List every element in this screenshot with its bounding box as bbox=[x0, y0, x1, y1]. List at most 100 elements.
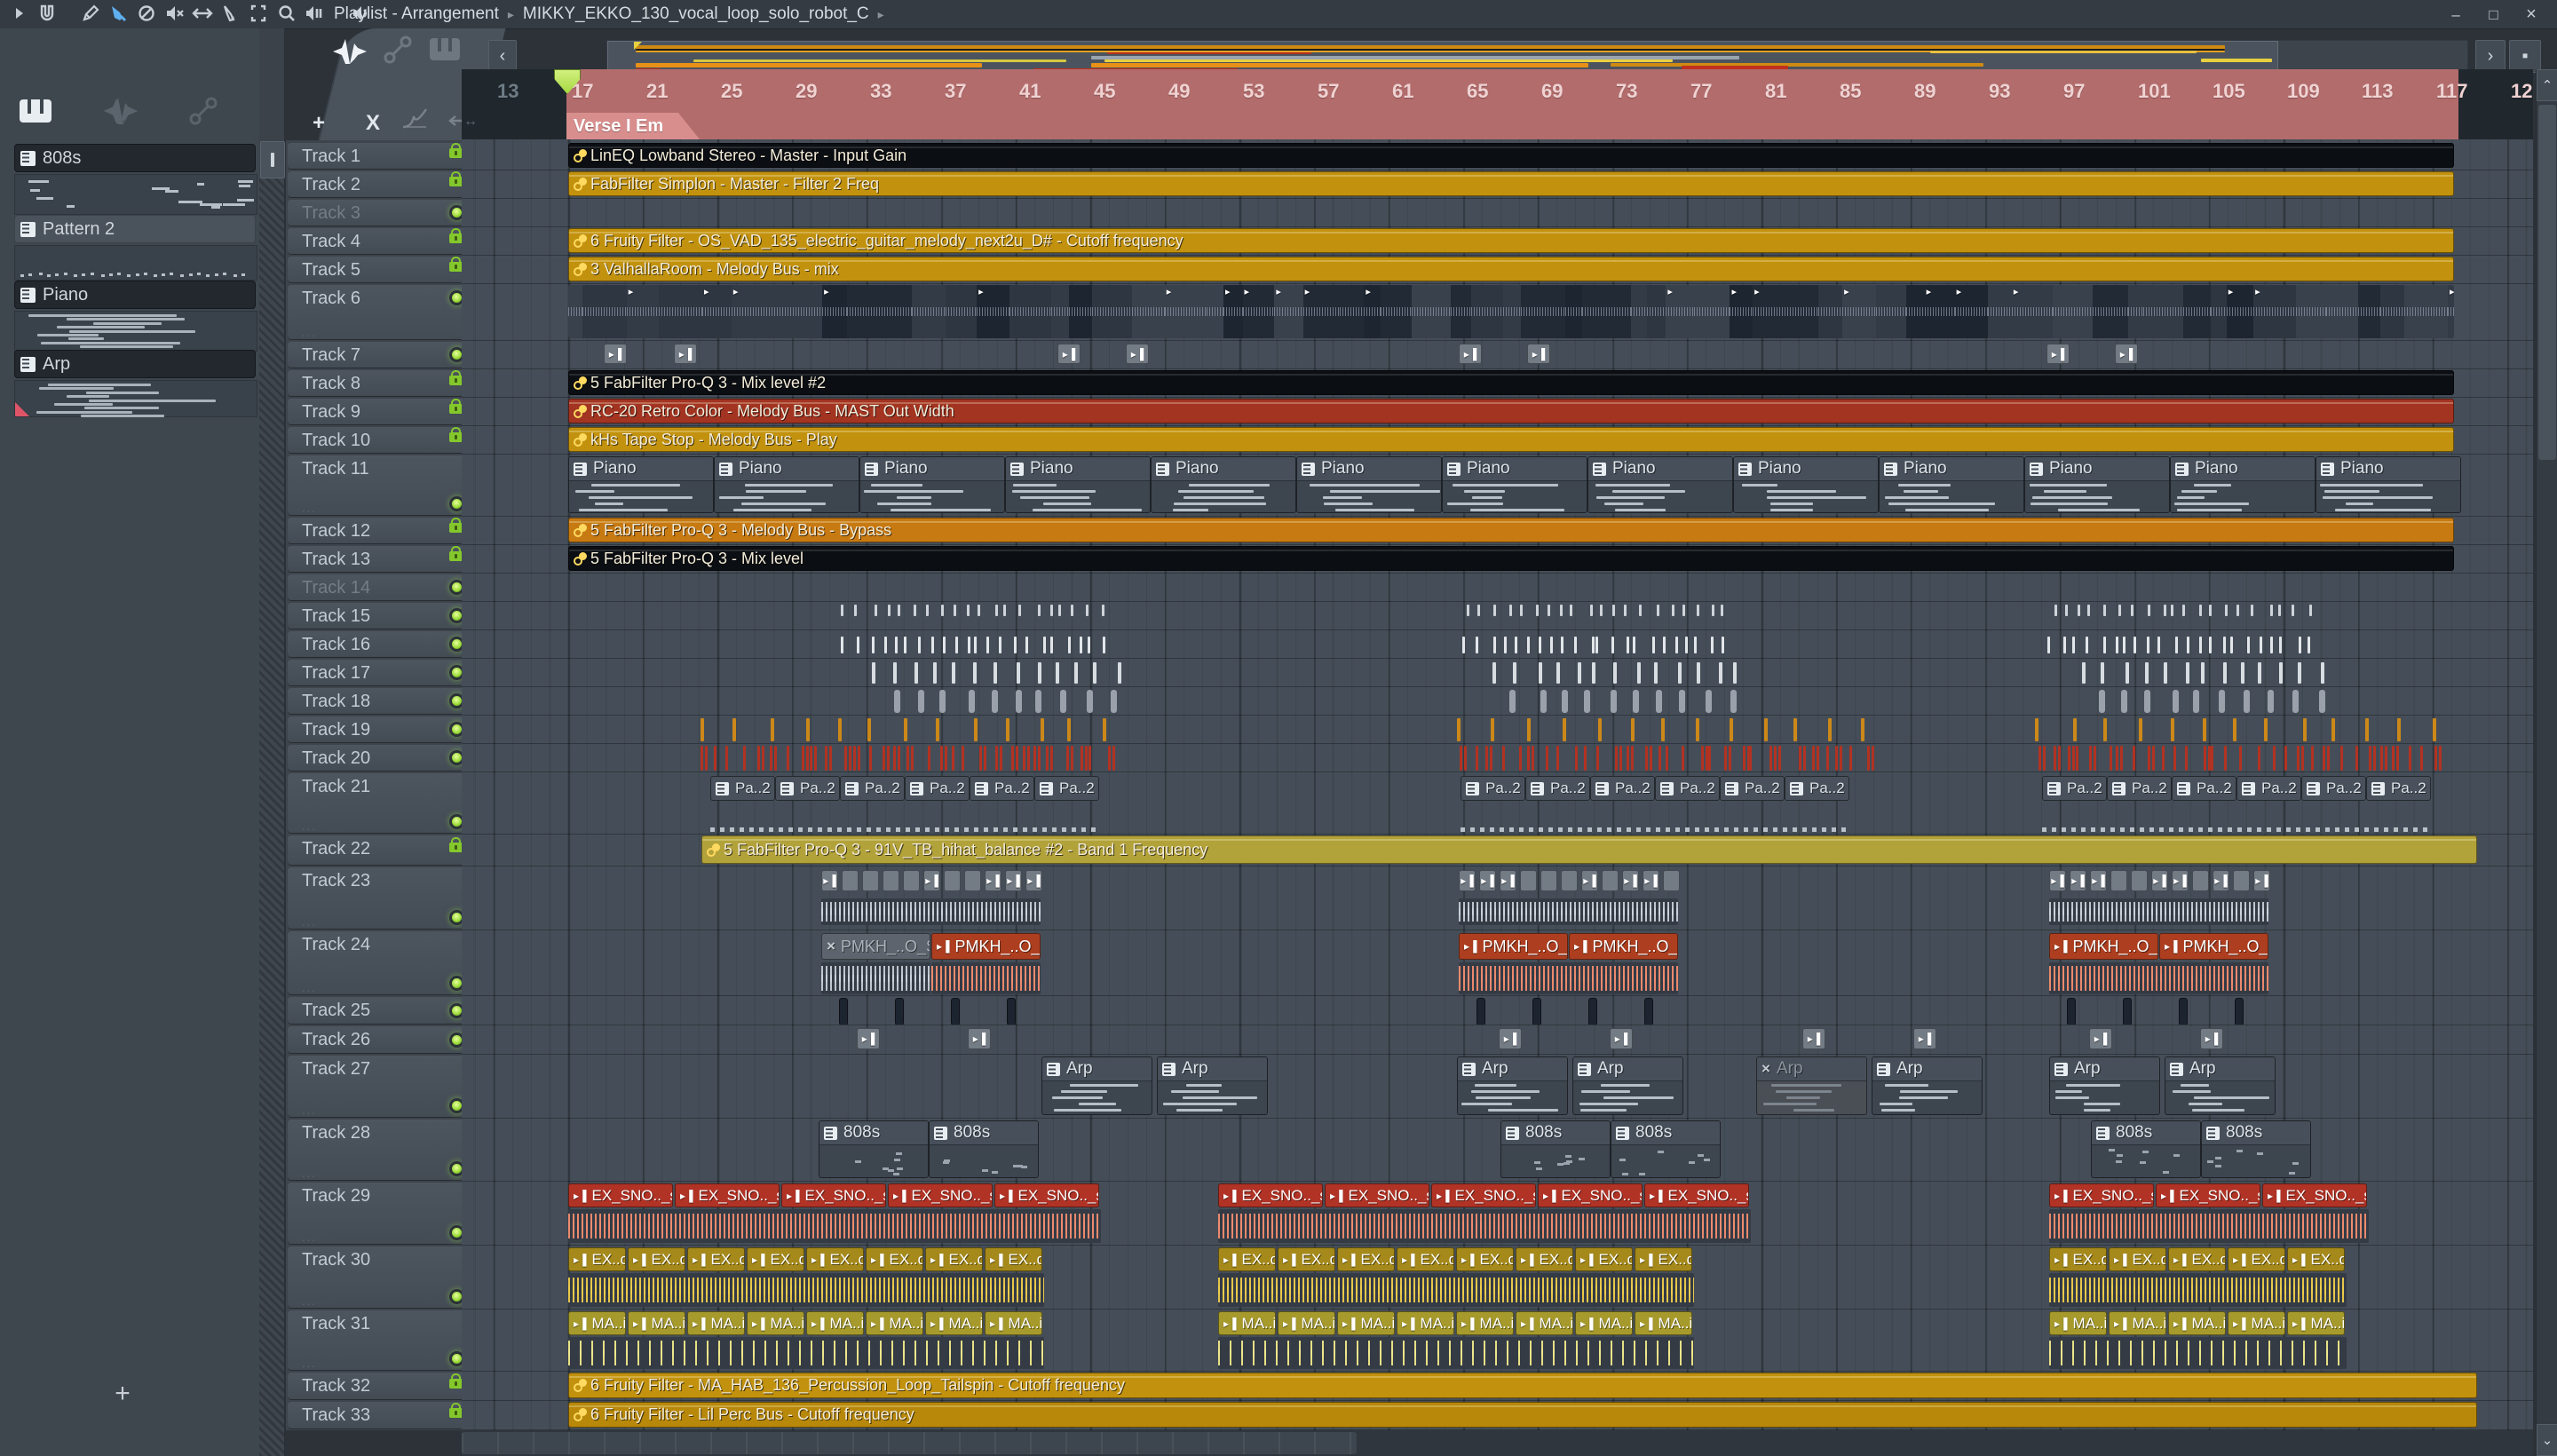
sliver-clip[interactable] bbox=[951, 998, 960, 1025]
zoom-icon[interactable] bbox=[274, 0, 298, 27]
audio-clip-dkyellow[interactable]: ▸▐ EX..d bbox=[2287, 1247, 2345, 1271]
mini-audio-clip[interactable]: ▸▐ bbox=[1610, 1028, 1633, 1049]
audio-clip-pmkh[interactable]: ▸▐PMKH_..O_Slam bbox=[1569, 933, 1678, 960]
automation-clip[interactable]: 6 Fruity Filter - OS_VAD_135_electric_gu… bbox=[568, 228, 2454, 253]
audio-clip-pmkh[interactable]: ×PMKH_..O_Slam bbox=[821, 933, 930, 960]
pattern-clip-piano[interactable]: Piano bbox=[2170, 456, 2316, 513]
audio-clip-dkyellow[interactable]: ▸▐ EX..d bbox=[628, 1247, 685, 1271]
automation-curve-icon[interactable] bbox=[401, 108, 428, 135]
pencil-icon[interactable] bbox=[79, 0, 103, 27]
pattern-clip-pa..2[interactable]: Pa..2 bbox=[2172, 776, 2236, 801]
audio-clip-pmkh[interactable]: ▸▐PMKH_..O_Slam bbox=[2159, 933, 2268, 960]
resize-grip[interactable]: ... bbox=[302, 820, 317, 832]
vocal-chop-clip[interactable] bbox=[903, 870, 920, 891]
vocal-chop-clip[interactable]: ▸▐ bbox=[2253, 870, 2270, 891]
stretch-icon[interactable] bbox=[191, 0, 215, 27]
audio-clip-dkyellow[interactable]: ▸▐ EX..d bbox=[1635, 1247, 1692, 1271]
audio-clip-dkyellow[interactable]: ▸▐ EX..d bbox=[1397, 1247, 1454, 1271]
audio-clip-olive2[interactable]: ▸▐MA..in bbox=[2109, 1311, 2166, 1335]
track-row-track-1[interactable]: Track 1 bbox=[288, 143, 475, 169]
track-lock-icon[interactable] bbox=[449, 171, 463, 186]
song-marker[interactable]: Verse I Em bbox=[566, 113, 700, 139]
audio-clip-dkyellow[interactable]: ▸▐ EX..d bbox=[1456, 1247, 1514, 1271]
vocal-chop-clip[interactable]: ▸▐ bbox=[1581, 870, 1598, 891]
resize-grip[interactable]: ... bbox=[302, 916, 317, 928]
track-row-track-4[interactable]: Track 4 bbox=[288, 228, 475, 254]
sliver-clip[interactable] bbox=[1476, 998, 1485, 1025]
audio-chop-strip[interactable]: ▸ ▸ ▸ ▸ ▸ ▸ ▸ ▸ ▸ ▸ ▸ ▸ ▸ ▸ ▸ ▸ ▸ ▸ ▸ ▸ ▸ bbox=[568, 285, 2454, 338]
vocal-chop-clip[interactable]: ▸▐ bbox=[1622, 870, 1639, 891]
audio-clip-olive2[interactable]: ▸▐MA..in bbox=[628, 1311, 685, 1335]
automation-clip[interactable]: 6 Fruity Filter - Lil Perc Bus - Cutoff … bbox=[568, 1402, 2477, 1428]
grid-row-track-14[interactable] bbox=[462, 574, 2533, 602]
vocal-chop-clip[interactable] bbox=[2110, 870, 2127, 891]
resize-grip[interactable]: ... bbox=[302, 502, 317, 514]
track-lock-icon[interactable] bbox=[449, 546, 463, 561]
vocal-chop-clip[interactable] bbox=[1602, 870, 1619, 891]
audio-clip-olive2[interactable]: ▸▐MA..in bbox=[1278, 1311, 1335, 1335]
slice-icon[interactable] bbox=[218, 0, 242, 27]
pattern-clip-pa..2[interactable]: Pa..2 bbox=[905, 776, 970, 801]
audio-clip-olive2[interactable]: ▸▐MA..in bbox=[687, 1311, 745, 1335]
automation-clip[interactable]: FabFilter Simplon - Master - Filter 2 Fr… bbox=[568, 171, 2454, 196]
track-row-track-9[interactable]: Track 9 bbox=[288, 399, 475, 424]
add-pattern-button[interactable]: + bbox=[107, 1380, 139, 1408]
track-row-track-27[interactable]: Track 27... bbox=[288, 1056, 475, 1117]
track-lock-icon[interactable] bbox=[449, 427, 463, 442]
sliver-clip[interactable] bbox=[2067, 998, 2076, 1025]
vocal-chop-clip[interactable] bbox=[1540, 870, 1557, 891]
audio-clip-dkyellow[interactable]: ▸▐ EX..d bbox=[1575, 1247, 1633, 1271]
link-tab-icon[interactable] bbox=[384, 36, 412, 72]
audio-clip-red[interactable]: ▸▐EX_SNO.._slide bbox=[2156, 1183, 2260, 1207]
vocal-chop-clip[interactable]: ▸▐ bbox=[2090, 870, 2107, 891]
pattern-clip-pa..2[interactable]: Pa..2 bbox=[970, 776, 1034, 801]
pattern-clip-arp[interactable]: × Arp bbox=[1756, 1056, 1867, 1115]
audio-clip-dkyellow[interactable]: ▸▐ EX..d bbox=[985, 1247, 1042, 1271]
maximize-button[interactable]: □ bbox=[2477, 1, 2511, 29]
grid-row-track-1[interactable]: LinEQ Lowband Stereo - Master - Input Ga… bbox=[462, 142, 2533, 170]
pattern-clip-piano[interactable]: Piano bbox=[1587, 456, 1733, 513]
grid-row-track-21[interactable]: Pa..2 Pa..2 Pa..2 Pa..2 Pa..2 Pa..2 Pa..2 Pa..2… bbox=[462, 772, 2533, 835]
track-row-track-28[interactable]: Track 28... bbox=[288, 1120, 475, 1180]
vocal-chop-clip[interactable] bbox=[2233, 870, 2250, 891]
track-lock-icon[interactable] bbox=[449, 837, 463, 852]
pattern-clip-piano[interactable]: Piano bbox=[1442, 456, 1587, 513]
sliver-clip[interactable] bbox=[895, 998, 904, 1025]
automation-clip[interactable]: RC-20 Retro Color - Melody Bus - MAST Ou… bbox=[568, 399, 2454, 423]
picker-scrollbar-track[interactable] bbox=[259, 178, 284, 1456]
vocal-chop-clip[interactable]: ▸▐ bbox=[2213, 870, 2229, 891]
track-row-track-29[interactable]: Track 29... bbox=[288, 1183, 475, 1244]
delete-track-button[interactable]: X bbox=[366, 111, 380, 135]
pattern-clip-pa..2[interactable]: Pa..2 bbox=[2107, 776, 2172, 801]
track-row-track-14[interactable]: Track 14 bbox=[288, 574, 475, 600]
mini-audio-clip[interactable]: ▸▐ bbox=[2200, 1028, 2223, 1049]
horizontal-scrollbar-thumb[interactable] bbox=[462, 1432, 1357, 1454]
automation-clip[interactable]: 6 Fruity Filter - MA_HAB_136_Percussion_… bbox=[568, 1373, 2477, 1398]
grid-row-track-32[interactable]: 6 Fruity Filter - MA_HAB_136_Percussion_… bbox=[462, 1372, 2533, 1401]
mini-audio-clip[interactable]: ▸▐ bbox=[1499, 1028, 1522, 1049]
picker-item-piano[interactable]: Piano bbox=[14, 281, 256, 309]
grid-row-track-5[interactable]: 3 ValhallaRoom - Melody Bus - mix bbox=[462, 256, 2533, 284]
grid-row-track-33[interactable]: 6 Fruity Filter - Lil Perc Bus - Cutoff … bbox=[462, 1401, 2533, 1430]
grid-row-track-22[interactable]: 5 FabFilter Pro-Q 3 - 91V_TB_hihat_balan… bbox=[462, 835, 2533, 866]
audio-clip-red[interactable]: ▸▐EX_SNO.._slide bbox=[1218, 1183, 1323, 1207]
pattern-clip-piano[interactable]: Piano bbox=[1151, 456, 1296, 513]
mini-audio-clip[interactable]: ▸▐ bbox=[1527, 344, 1550, 364]
piano-tab-icon[interactable] bbox=[428, 36, 462, 72]
sliver-clip[interactable] bbox=[2235, 998, 2244, 1025]
track-row-track-26[interactable]: Track 26 bbox=[288, 1026, 475, 1053]
pattern-clip-pa..2[interactable]: Pa..2 bbox=[1720, 776, 1785, 801]
audio-clip-olive2[interactable]: ▸▐MA..in bbox=[866, 1311, 923, 1335]
audio-clip-red[interactable]: ▸▐EX_SNO.._slide bbox=[2262, 1183, 2367, 1207]
audio-clip-dkyellow[interactable]: ▸▐ EX..d bbox=[1337, 1247, 1395, 1271]
pattern-clip-pa..2[interactable]: Pa..2 bbox=[2236, 776, 2301, 801]
picker-item-pattern-2[interactable]: Pattern 2 bbox=[14, 215, 256, 243]
vocal-chop-clip[interactable]: ▸▐ bbox=[1479, 870, 1496, 891]
resize-grip[interactable]: ... bbox=[302, 1357, 317, 1369]
track-row-track-6[interactable]: Track 6... bbox=[288, 285, 475, 339]
sliver-clip[interactable] bbox=[1588, 998, 1597, 1025]
mini-audio-clip[interactable]: ▸▐ bbox=[1802, 1028, 1825, 1049]
vertical-scrollbar[interactable]: ⌃ ⌄ bbox=[2536, 69, 2557, 1456]
picker-item-arp[interactable]: Arp bbox=[14, 350, 256, 378]
audio-clip-dkyellow[interactable]: ▸▐ EX..d bbox=[2228, 1247, 2285, 1271]
